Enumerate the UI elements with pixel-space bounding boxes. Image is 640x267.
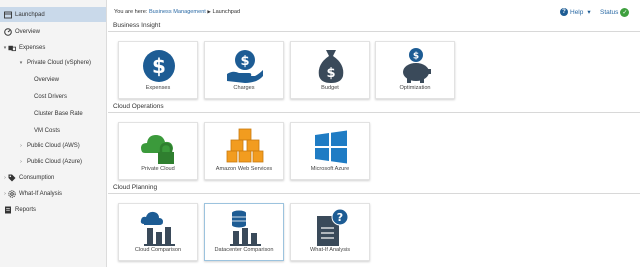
sidebar-item-label: Private Cloud (vSphere) [27,59,92,66]
sidebar-item-what-if[interactable]: › What-If Analysis [0,186,106,201]
tile-budget[interactable]: $ Budget [290,41,370,99]
cloud-chart-icon [140,211,175,246]
database-chart-icon [230,210,261,246]
top-bar: You are here: Business Management ▶ Laun… [108,0,640,20]
chevron-down-icon: ▾ [587,9,591,16]
windows-logo-icon [315,130,347,164]
launchpad-icon [4,11,12,19]
breadcrumb-link-business-management[interactable]: Business Management [149,9,206,15]
sidebar-item-label: Overview [34,76,60,83]
sidebar-item-expenses[interactable]: ▾ Expenses [0,40,106,55]
tile-what-if-analysis[interactable]: ? What-If Analysis [290,203,370,261]
cloud-lock-icon [141,135,174,164]
svg-text:$: $ [413,52,419,62]
tile-cloud-comparison[interactable]: Cloud Comparison [118,203,198,261]
section-divider [108,193,640,194]
sidebar-item-label: Cluster Base Rate [34,110,83,117]
sidebar-item-vm-costs[interactable]: VM Costs [0,123,106,138]
tile-charges[interactable]: $ Charges [204,41,284,99]
tile-label: Private Cloud [141,166,175,172]
section-title-cloud-operations: Cloud Operations [113,103,164,110]
tag-icon [8,174,16,182]
breadcrumb-separator-icon: ▶ [207,9,211,14]
section-divider [108,31,640,32]
check-icon: ✓ [620,8,630,17]
dollar-circle-icon: $ [143,50,175,82]
report-icon [4,206,12,214]
dollar-hand-icon: $ [227,50,263,83]
chevron-right-icon[interactable]: › [18,159,24,165]
svg-text:$: $ [326,66,335,81]
tile-label: Expenses [145,85,171,91]
tile-amazon-web-services[interactable]: Amazon Web Services [204,122,284,180]
sidebar-item-launchpad[interactable]: Launchpad [0,7,106,22]
money-bag-icon: $ [318,50,344,83]
breadcrumb: You are here: Business Management ▶ Laun… [114,9,240,15]
tile-datacenter-comparison[interactable]: Datacenter Comparison [204,203,284,261]
help-menu[interactable]: ? Help ▾ [560,8,591,16]
piggy-bank-icon: $ [403,48,431,83]
sidebar-item-public-cloud-aws[interactable]: › Public Cloud (AWS) [0,138,106,153]
tile-label: Datacenter Comparison [214,247,274,253]
tile-label: Amazon Web Services [215,166,273,172]
svg-text:?: ? [337,211,343,224]
tile-microsoft-azure[interactable]: Microsoft Azure [290,122,370,180]
sidebar-item-label: Expenses [19,44,46,51]
expenses-icon [8,44,16,52]
svg-text:$: $ [152,54,166,78]
breadcrumb-current: Launchpad [212,9,241,15]
sidebar-item-label: VM Costs [34,127,61,134]
sidebar-item-cluster-base-rate[interactable]: Cluster Base Rate [0,106,106,121]
status-label: Status [600,9,619,16]
sidebar-item-public-cloud-azure[interactable]: › Public Cloud (Azure) [0,154,106,169]
sidebar-item-private-cloud[interactable]: ▾ Private Cloud (vSphere) [0,55,106,70]
chevron-right-icon[interactable]: › [18,143,24,149]
document-question-icon: ? [317,208,349,246]
tile-label: Optimization [399,85,431,91]
tile-expenses[interactable]: $ Expenses [118,41,198,99]
sidebar-item-label: Cost Drivers [34,93,68,100]
tile-label: Charges [233,85,255,91]
sidebar-item-private-overview[interactable]: Overview [0,72,106,87]
aws-cubes-icon [226,128,264,163]
sidebar-item-reports[interactable]: Reports [0,202,106,217]
sidebar-item-cost-drivers[interactable]: Cost Drivers [0,89,106,104]
tile-private-cloud[interactable]: Private Cloud [118,122,198,180]
dashboard-icon [4,27,12,36]
sidebar-item-consumption[interactable]: › Consumption [0,170,106,185]
sidebar-item-label: Launchpad [15,11,45,18]
help-icon: ? [560,8,568,16]
tile-label: Cloud Comparison [134,247,182,253]
sidebar-item-label: What-If Analysis [19,190,63,197]
status-indicator[interactable]: Status ✓ [600,8,630,17]
chevron-down-icon[interactable]: ▾ [18,60,24,66]
svg-text:$: $ [240,54,249,69]
section-divider [108,112,640,113]
help-label: Help [570,8,584,16]
sidebar-item-label: Public Cloud (Azure) [27,158,83,165]
sidebar-item-label: Consumption [19,174,55,181]
breadcrumb-prefix: You are here: [114,9,148,15]
gear-icon [8,189,16,198]
sidebar-item-label: Public Cloud (AWS) [27,142,80,149]
sidebar-item-label: Overview [15,28,41,35]
section-title-cloud-planning: Cloud Planning [113,184,158,191]
sidebar: Launchpad Overview ▾ Expenses ▾ Private … [0,0,107,267]
sidebar-item-label: Reports [15,206,37,213]
section-title-business-insight: Business Insight [113,22,161,29]
sidebar-item-overview[interactable]: Overview [0,24,106,39]
tile-label: Microsoft Azure [310,166,350,172]
tile-label: Budget [321,85,339,91]
tile-label: What-If Analysis [309,247,351,253]
tile-optimization[interactable]: $ Optimization [375,41,455,99]
